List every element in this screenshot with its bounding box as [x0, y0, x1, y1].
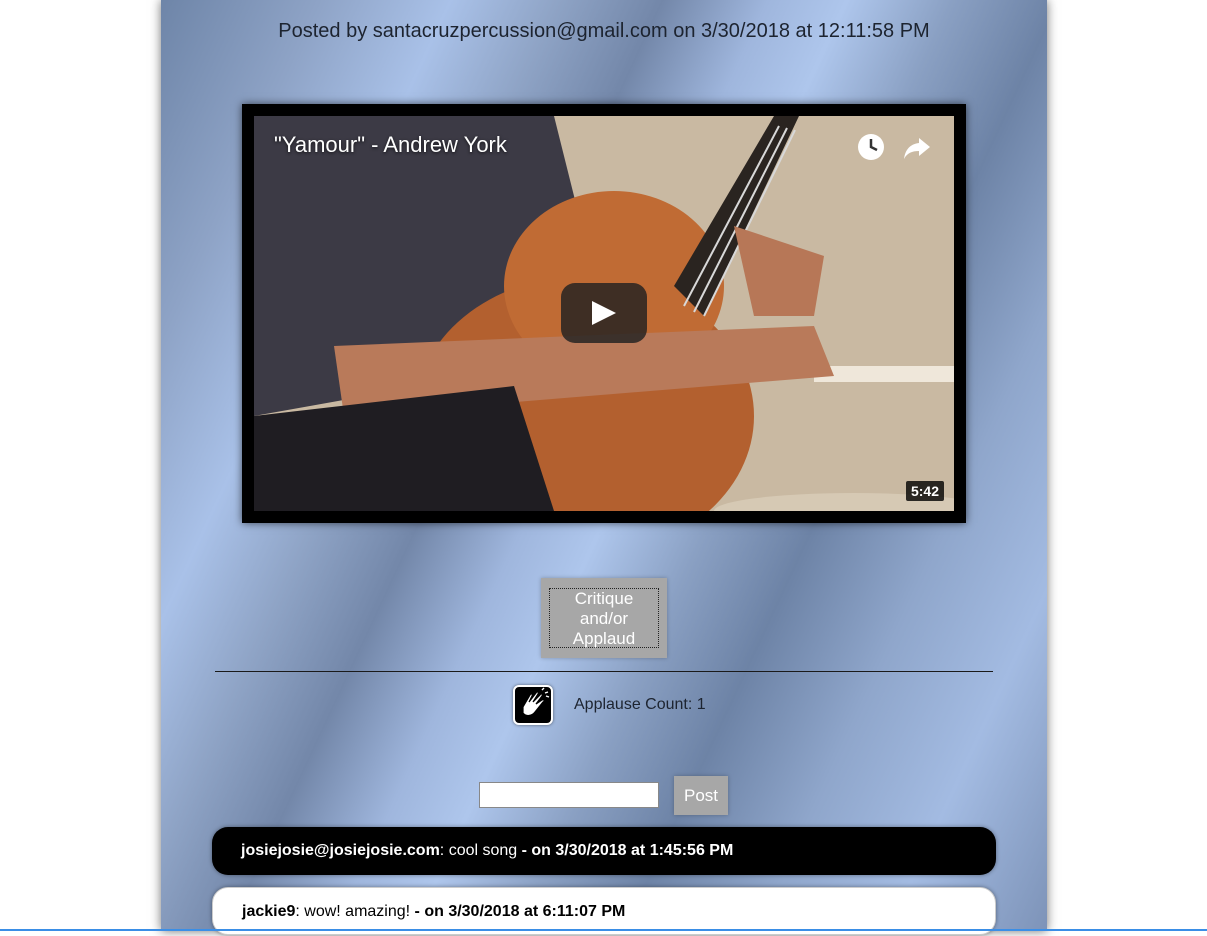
video-title[interactable]: "Yamour" - Andrew York — [274, 132, 507, 158]
comment-item: josiejosie@josiejosie.com: cool song - o… — [212, 827, 996, 875]
comment-author: josiejosie@josiejosie.com — [241, 842, 440, 859]
comment-item: jackie9: wow! amazing! - on 3/30/2018 at… — [212, 887, 996, 935]
comment-input[interactable] — [479, 782, 659, 808]
applause-count: Applause Count: 1 — [574, 696, 706, 713]
video-thumbnail[interactable]: "Yamour" - Andrew York 5:42 — [254, 116, 954, 511]
comment-timestamp: - on 3/30/2018 at 1:45:56 PM — [521, 842, 734, 859]
comment-text: : cool song — [439, 842, 522, 859]
critique-applaud-button[interactable]: Critique and/or Applaud — [541, 578, 667, 658]
critique-applaud-label: Critique and/or Applaud — [549, 588, 659, 648]
clock-icon[interactable] — [856, 132, 886, 162]
share-icon[interactable] — [902, 132, 932, 162]
post-panel: Posted by santacruzpercussion@gmail.com … — [161, 0, 1047, 935]
divider — [215, 671, 993, 672]
comment-timestamp: - on 3/30/2018 at 6:11:07 PM — [414, 903, 626, 920]
posted-by-text: Posted by santacruzpercussion@gmail.com … — [278, 20, 930, 42]
comment-text: : wow! amazing! — [295, 903, 415, 920]
clap-icon[interactable] — [513, 685, 553, 725]
play-button[interactable] — [561, 283, 647, 343]
video-duration: 5:42 — [905, 481, 944, 501]
post-button[interactable]: Post — [674, 776, 728, 815]
video-embed[interactable]: "Yamour" - Andrew York 5:42 — [242, 104, 966, 523]
play-icon — [592, 301, 616, 325]
comment-author: jackie9 — [242, 903, 296, 920]
